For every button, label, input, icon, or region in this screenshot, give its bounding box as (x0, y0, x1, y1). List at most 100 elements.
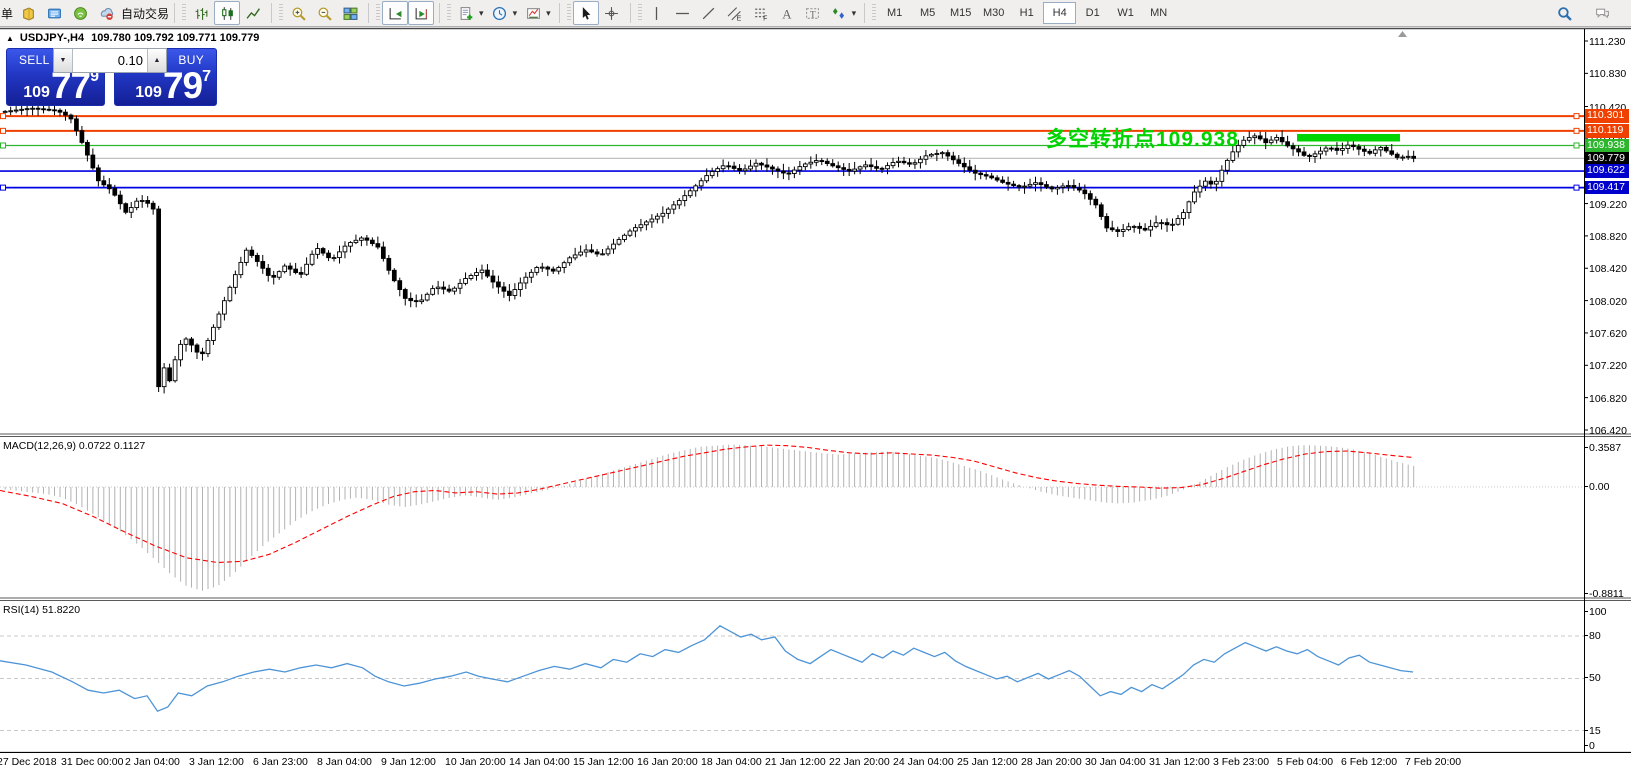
volume-input[interactable] (73, 49, 147, 72)
toolbar-separator (368, 3, 369, 23)
new-order-button[interactable] (15, 1, 41, 25)
bar-chart-icon (194, 6, 209, 21)
collapse-trade-panel-icon[interactable]: ▲ (6, 34, 14, 43)
candlestick-button[interactable] (214, 1, 240, 25)
time-axis-label: 6 Jan 23:00 (253, 756, 308, 768)
order-menu-label[interactable]: 单 (1, 5, 13, 22)
toolbar-grip (872, 4, 876, 22)
fibonacci-button[interactable]: F (748, 1, 774, 25)
signal-icon (73, 6, 88, 21)
zoom-in-button[interactable] (285, 1, 311, 25)
toolbar-separator (559, 3, 560, 23)
price-axis-tick: 110.830 (1589, 68, 1626, 80)
volume-increase-button[interactable]: ▲ (147, 49, 166, 72)
chart-ohlc-values: 109.780 109.792 109.771 109.779 (91, 32, 259, 44)
svg-text:T: T (810, 9, 816, 20)
timeframe-h4-button[interactable]: H4 (1043, 2, 1076, 24)
timeframe-d1-button[interactable]: D1 (1076, 2, 1109, 24)
cursor-icon (578, 6, 593, 21)
text-label-button[interactable]: T (800, 1, 826, 25)
time-axis-label: 22 Jan 20:00 (829, 756, 890, 768)
price-axis-tick: 108.820 (1589, 231, 1627, 243)
line-chart-button[interactable] (240, 1, 266, 25)
templates-button[interactable] (520, 1, 546, 25)
price-axis[interactable]: 111.230110.830110.420110.020109.620109.2… (1584, 28, 1631, 754)
toolbar-separator (174, 3, 175, 23)
sell-label: SELL (19, 53, 50, 67)
svg-text:A: A (782, 7, 792, 21)
crosshair-icon (604, 6, 619, 21)
crosshair-button[interactable] (599, 1, 625, 25)
price-axis-tick: 109.220 (1589, 199, 1627, 211)
autoscroll-icon (388, 6, 403, 21)
price-chart[interactable] (0, 0, 1631, 774)
time-axis-label: 9 Jan 12:00 (381, 756, 436, 768)
dropdown-arrow-icon[interactable]: ▾ (852, 8, 857, 19)
rsi-axis-tick: 0 (1589, 740, 1595, 752)
macd-axis-tick: 0.3587 (1589, 442, 1621, 454)
level-price-label: 110.301 (1585, 109, 1629, 123)
toolbar-grip (447, 4, 451, 22)
toolbar-separator (630, 3, 631, 23)
trendline-icon (701, 6, 716, 21)
macd-indicator-label: MACD(12,26,9) 0.0722 0.1127 (3, 440, 145, 452)
timeframe-w1-button[interactable]: W1 (1109, 2, 1142, 24)
time-axis[interactable]: 27 Dec 201831 Dec 00:002 Jan 04:003 Jan … (0, 753, 1631, 774)
time-axis-label: 31 Jan 12:00 (1149, 756, 1210, 768)
bar-chart-button[interactable] (188, 1, 214, 25)
periods-button[interactable] (487, 1, 513, 25)
one-click-trading-panel: SELL 109779 ▼ ▲ BUY 109797 (6, 48, 217, 106)
chart-annotation-text[interactable]: 多空转折点109.938 (1046, 123, 1239, 153)
timeframe-m15-button[interactable]: M15 (944, 2, 977, 24)
timeframe-m5-button[interactable]: M5 (911, 2, 944, 24)
channel-icon: E (727, 6, 742, 21)
horizontal-line-button[interactable] (670, 1, 696, 25)
vline-icon (649, 6, 664, 21)
level-price-label: 109.938 (1585, 139, 1629, 153)
autotrade-button[interactable] (93, 1, 119, 25)
time-axis-label: 16 Jan 20:00 (637, 756, 698, 768)
tile-windows-button[interactable] (337, 1, 363, 25)
market-news-button[interactable] (41, 1, 67, 25)
community-chat-button[interactable] (1589, 1, 1615, 25)
signals-button[interactable] (67, 1, 93, 25)
time-axis-label: 24 Jan 04:00 (893, 756, 954, 768)
time-axis-label: 10 Jan 20:00 (445, 756, 506, 768)
price-axis-tick: 107.220 (1589, 360, 1627, 372)
timeframe-h1-button[interactable]: H1 (1010, 2, 1043, 24)
time-axis-label: 14 Jan 04:00 (509, 756, 570, 768)
zoom-out-button[interactable] (311, 1, 337, 25)
price-axis-tick: 106.420 (1589, 425, 1627, 437)
timeframe-m30-button[interactable]: M30 (977, 2, 1010, 24)
search-button[interactable] (1551, 1, 1577, 25)
toolbar-grip (376, 4, 380, 22)
timeframe-mn-button[interactable]: MN (1142, 2, 1175, 24)
autoscroll-button[interactable] (382, 1, 408, 25)
level-price-label: 110.119 (1585, 124, 1629, 138)
dropdown-arrow-icon[interactable]: ▾ (479, 8, 484, 19)
arrows-button[interactable] (826, 1, 852, 25)
price-axis-tick: 111.230 (1589, 36, 1625, 48)
dropdown-arrow-icon[interactable]: ▾ (513, 8, 518, 19)
toolbar-grip (638, 4, 642, 22)
time-axis-label: 18 Jan 04:00 (701, 756, 762, 768)
time-axis-label: 28 Jan 20:00 (1021, 756, 1082, 768)
timeframe-m1-button[interactable]: M1 (878, 2, 911, 24)
dropdown-arrow-icon[interactable]: ▾ (546, 8, 551, 19)
svg-text:F: F (763, 15, 767, 21)
news-icon (47, 6, 62, 21)
text-button[interactable]: A (774, 1, 800, 25)
volume-decrease-button[interactable]: ▼ (54, 49, 73, 72)
trendline-button[interactable] (696, 1, 722, 25)
chart-shift-button[interactable] (408, 1, 434, 25)
cursor-button[interactable] (573, 1, 599, 25)
time-axis-label: 30 Jan 04:00 (1085, 756, 1146, 768)
equidistant-channel-button[interactable]: E (722, 1, 748, 25)
hline-icon (675, 6, 690, 21)
macd-axis-tick: 0.00 (1589, 481, 1609, 493)
autotrade-label[interactable]: 自动交易 (121, 5, 169, 22)
rsi-axis-tick: 15 (1589, 725, 1601, 737)
zoom-in-icon (291, 6, 306, 21)
indicators-button[interactable] (453, 1, 479, 25)
vertical-line-button[interactable] (644, 1, 670, 25)
